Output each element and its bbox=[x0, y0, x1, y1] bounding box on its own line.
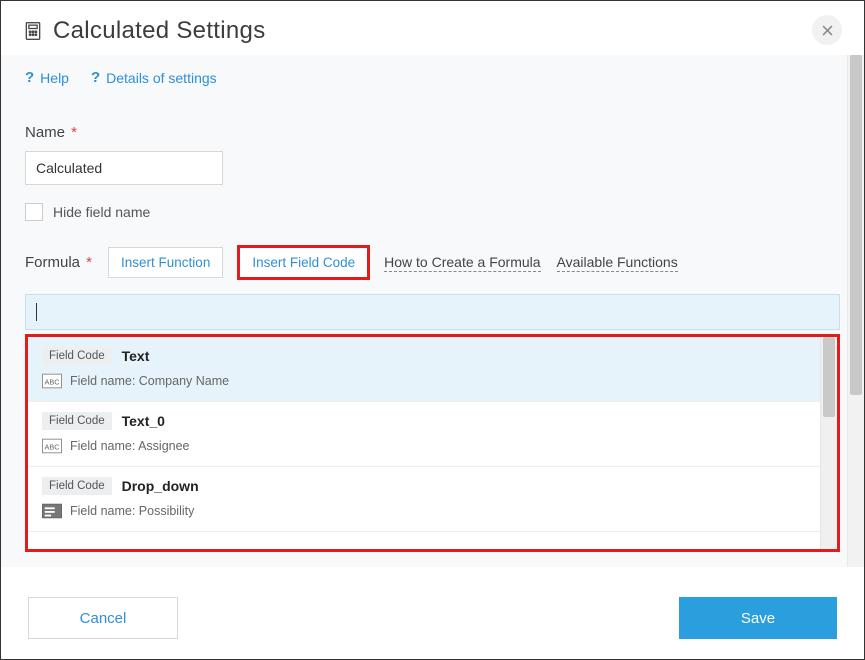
close-icon bbox=[822, 25, 833, 36]
dropdown-scrollbar[interactable] bbox=[820, 337, 837, 549]
name-label: Name * bbox=[25, 124, 840, 141]
insert-function-button[interactable]: Insert Function bbox=[108, 247, 223, 278]
dialog-title: Calculated Settings bbox=[53, 17, 266, 45]
name-input[interactable] bbox=[25, 151, 223, 185]
field-code-dropdown: Field Code Text ABC Field name: Company Nam… bbox=[25, 334, 840, 552]
question-icon: ? bbox=[91, 69, 100, 86]
dialog-scrollbar[interactable] bbox=[847, 55, 864, 567]
hide-field-name-label: Hide field name bbox=[53, 204, 150, 220]
field-code-badge: Field Code bbox=[42, 347, 112, 365]
field-code-badge: Field Code bbox=[42, 412, 112, 430]
field-name-label: Field name: Possibility bbox=[70, 504, 194, 518]
field-name-label: Field name: Assignee bbox=[70, 439, 190, 453]
calculator-icon bbox=[23, 21, 43, 41]
required-asterisk: * bbox=[82, 254, 92, 271]
help-link-label: Help bbox=[40, 70, 69, 86]
insert-field-code-button[interactable]: Insert Field Code bbox=[239, 247, 368, 278]
text-caret bbox=[36, 303, 37, 321]
question-icon: ? bbox=[25, 69, 34, 86]
field-code-item[interactable]: Field Code Text_0 ABC Field name: Assignee bbox=[28, 402, 837, 467]
svg-text:ABC: ABC bbox=[45, 443, 60, 452]
required-asterisk: * bbox=[67, 124, 77, 141]
field-code-item[interactable]: Field Code Text ABC Field name: Company Nam… bbox=[28, 337, 837, 402]
cancel-button[interactable]: Cancel bbox=[28, 597, 178, 639]
text-field-icon: ABC bbox=[42, 438, 62, 454]
field-code-item[interactable]: Field Code Drop_down Field name: Possibili… bbox=[28, 467, 837, 532]
text-field-icon: ABC bbox=[42, 373, 62, 389]
save-button[interactable]: Save bbox=[679, 597, 837, 639]
close-button[interactable] bbox=[812, 15, 842, 45]
field-code-value: Text bbox=[122, 348, 150, 364]
dropdown-field-icon bbox=[42, 503, 62, 519]
field-code-value: Drop_down bbox=[122, 478, 199, 494]
available-functions-link[interactable]: Available Functions bbox=[557, 254, 678, 272]
field-code-value: Text_0 bbox=[122, 413, 165, 429]
field-name-label: Field name: Company Name bbox=[70, 374, 229, 388]
formula-label: Formula * bbox=[25, 254, 92, 271]
svg-text:ABC: ABC bbox=[45, 378, 60, 387]
formula-input[interactable] bbox=[25, 294, 840, 330]
help-link[interactable]: ? Help bbox=[25, 69, 69, 86]
field-code-badge: Field Code bbox=[42, 477, 112, 495]
details-link[interactable]: ? Details of settings bbox=[91, 69, 217, 86]
details-link-label: Details of settings bbox=[106, 70, 217, 86]
how-to-create-formula-link[interactable]: How to Create a Formula bbox=[384, 254, 540, 272]
hide-field-name-checkbox[interactable] bbox=[25, 203, 43, 221]
